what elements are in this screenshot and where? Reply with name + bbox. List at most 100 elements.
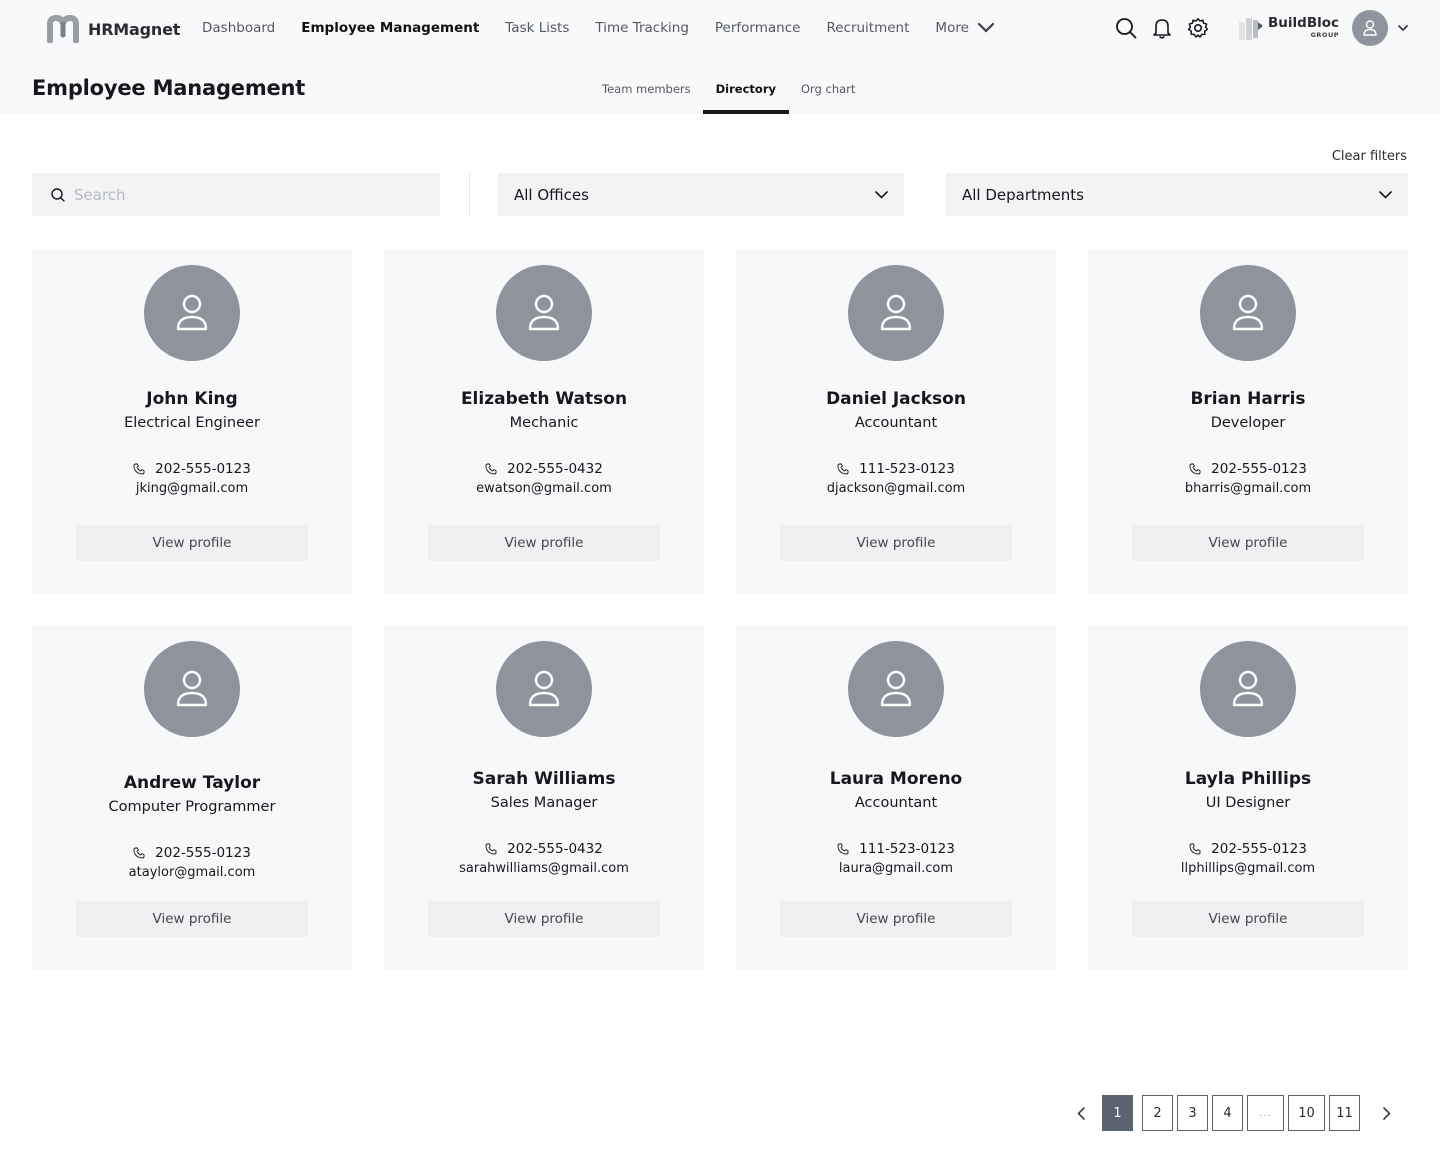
- employee-phone-number: 202-555-0432: [507, 841, 603, 857]
- page-2-button[interactable]: 2: [1142, 1095, 1173, 1131]
- employee-card: Andrew Taylor Computer Programmer 202-55…: [32, 625, 352, 969]
- tab-team-members[interactable]: Team members: [590, 70, 703, 114]
- avatar: [496, 641, 592, 737]
- phone-icon: [1189, 843, 1201, 855]
- view-profile-button[interactable]: View profile: [1132, 901, 1364, 937]
- nav-recruitment[interactable]: Recruitment: [826, 20, 909, 36]
- employee-card: Sarah Williams Sales Manager 202-555-043…: [384, 625, 704, 969]
- chevron-right-icon: [1383, 1106, 1391, 1120]
- employee-phone: 202-555-0123: [1189, 841, 1307, 857]
- avatar: [144, 641, 240, 737]
- employee-card: Daniel Jackson Accountant 111-523-0123 d…: [736, 249, 1056, 593]
- avatar: [1200, 265, 1296, 361]
- avatar: [496, 265, 592, 361]
- next-page-button[interactable]: [1374, 1095, 1400, 1131]
- view-profile-button[interactable]: View profile: [1132, 525, 1364, 561]
- app-logo[interactable]: HRMagnet: [46, 15, 180, 43]
- page-ellipsis: ...: [1247, 1095, 1284, 1131]
- nav-dashboard[interactable]: Dashboard: [202, 20, 275, 36]
- settings-button[interactable]: [1186, 14, 1210, 42]
- user-icon: [1232, 294, 1264, 331]
- view-profile-button[interactable]: View profile: [780, 901, 1012, 937]
- main-nav: Dashboard Employee Management Task Lists…: [202, 0, 1021, 56]
- employee-name: Laura Moreno: [829, 769, 963, 789]
- page-10-button[interactable]: 10: [1288, 1095, 1325, 1131]
- avatar: [848, 641, 944, 737]
- employee-phone-number: 111-523-0123: [859, 841, 955, 857]
- view-profile-button[interactable]: View profile: [428, 901, 660, 937]
- section-tabs: Team members Directory Org chart: [590, 70, 867, 114]
- company-brand: BuildBloc GROUP: [1238, 14, 1339, 42]
- clear-filters-link[interactable]: Clear filters: [1332, 149, 1407, 164]
- employee-email: laura@gmail.com: [838, 861, 954, 876]
- phone-icon: [837, 843, 849, 855]
- m-logo-icon: [47, 15, 79, 43]
- prev-page-button[interactable]: [1068, 1095, 1094, 1131]
- page-4-button[interactable]: 4: [1212, 1095, 1243, 1131]
- employee-title: Accountant: [854, 795, 938, 811]
- nav-more[interactable]: More: [935, 20, 994, 36]
- tab-directory[interactable]: Directory: [702, 70, 790, 114]
- employee-title: Computer Programmer: [108, 799, 276, 815]
- search-input[interactable]: [74, 185, 414, 204]
- pagination: 1 2 3 4 ... 10 11: [1068, 1095, 1400, 1131]
- tab-org-chart[interactable]: Org chart: [789, 70, 867, 114]
- company-sub: GROUP: [1310, 31, 1340, 39]
- employee-email: llphillips@gmail.com: [1180, 861, 1316, 876]
- user-icon: [880, 670, 912, 707]
- employee-card: Elizabeth Watson Mechanic 202-555-0432 e…: [384, 249, 704, 593]
- view-profile-button[interactable]: View profile: [76, 901, 308, 937]
- phone-icon: [133, 847, 145, 859]
- avatar: [848, 265, 944, 361]
- user-menu[interactable]: [1352, 10, 1408, 46]
- gear-icon: [1187, 18, 1209, 38]
- employee-title: Electrical Engineer: [124, 415, 260, 431]
- nav-employee-management[interactable]: Employee Management: [301, 20, 479, 36]
- employee-phone: 202-555-0123: [133, 845, 251, 861]
- nav-time-tracking[interactable]: Time Tracking: [595, 20, 689, 36]
- chevron-down-icon: [1379, 190, 1392, 199]
- nav-more-label: More: [935, 20, 969, 36]
- page-title: Employee Management: [32, 76, 306, 100]
- page-11-button[interactable]: 11: [1329, 1095, 1360, 1131]
- header: HRMagnet Dashboard Employee Management T…: [0, 0, 1440, 114]
- chevron-down-icon: [977, 22, 994, 33]
- view-profile-button[interactable]: View profile: [780, 525, 1012, 561]
- employee-phone: 202-555-0123: [1189, 461, 1307, 477]
- departments-select-value: All Departments: [962, 185, 1084, 204]
- employee-card: John King Electrical Engineer 202-555-01…: [32, 249, 352, 593]
- view-profile-button[interactable]: View profile: [76, 525, 308, 561]
- employee-card: Layla Phillips UI Designer 202-555-0123 …: [1088, 625, 1408, 969]
- employee-phone: 111-523-0123: [837, 841, 955, 857]
- chevron-left-icon: [1077, 1106, 1085, 1120]
- page-1-button[interactable]: 1: [1102, 1095, 1133, 1131]
- notifications-button[interactable]: [1150, 14, 1174, 42]
- employee-email: ataylor@gmail.com: [128, 865, 256, 880]
- departments-select[interactable]: All Departments: [946, 173, 1408, 216]
- employee-name: Daniel Jackson: [826, 389, 966, 409]
- employee-card: Laura Moreno Accountant 111-523-0123 lau…: [736, 625, 1056, 969]
- employee-phone: 202-555-0123: [133, 461, 251, 477]
- page-3-button[interactable]: 3: [1177, 1095, 1208, 1131]
- offices-select-value: All Offices: [514, 185, 589, 204]
- phone-icon: [485, 463, 497, 475]
- employee-phone-number: 202-555-0432: [507, 461, 603, 477]
- user-icon: [528, 670, 560, 707]
- offices-select[interactable]: All Offices: [498, 173, 904, 216]
- chevron-down-icon: [875, 190, 888, 199]
- employee-name: Layla Phillips: [1184, 769, 1312, 789]
- search-box[interactable]: [32, 173, 440, 216]
- employee-name: Elizabeth Watson: [460, 389, 628, 409]
- search-button[interactable]: [1114, 14, 1138, 42]
- filter-divider: [469, 173, 470, 216]
- bell-icon: [1153, 19, 1171, 39]
- avatar: [1200, 641, 1296, 737]
- nav-task-lists[interactable]: Task Lists: [505, 20, 569, 36]
- view-profile-button[interactable]: View profile: [428, 525, 660, 561]
- employee-title: UI Designer: [1205, 795, 1291, 811]
- top-navbar: HRMagnet Dashboard Employee Management T…: [0, 0, 1440, 56]
- employee-title: Sales Manager: [490, 795, 598, 811]
- employee-name: John King: [146, 389, 238, 409]
- employee-phone: 111-523-0123: [837, 461, 955, 477]
- nav-performance[interactable]: Performance: [715, 20, 801, 36]
